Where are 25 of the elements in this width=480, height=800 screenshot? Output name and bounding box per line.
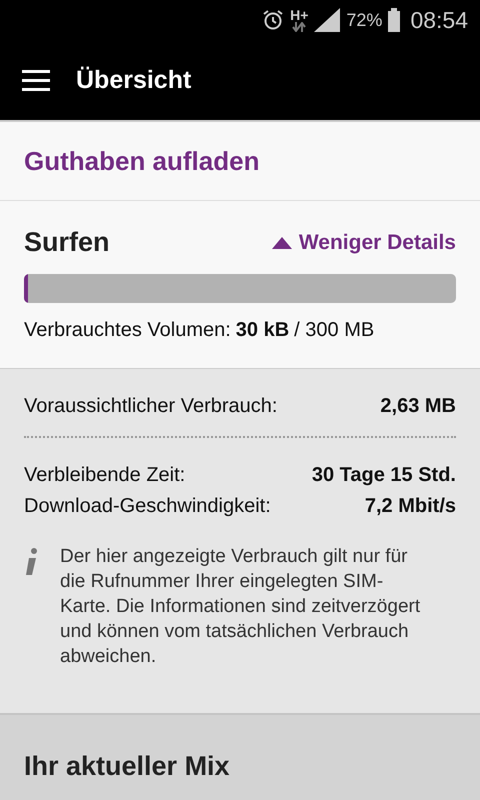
battery-icon xyxy=(388,8,400,32)
network-type: H+ xyxy=(290,8,308,22)
detail-label: Download-Geschwindigkeit: xyxy=(24,495,271,518)
detail-value: 30 Tage 15 Std. xyxy=(312,464,456,487)
details-toggle-link[interactable]: Weniger Details xyxy=(270,230,456,254)
section-title: Surfen xyxy=(24,227,110,258)
detail-value: 7,2 Mbit/s xyxy=(364,495,456,518)
signal-icon xyxy=(314,8,340,32)
info-icon xyxy=(24,548,40,578)
caret-icon xyxy=(270,236,293,250)
alarm-clock-icon xyxy=(262,9,284,31)
detail-label: Verbleibende Zeit: xyxy=(24,464,186,487)
data-arrows-icon xyxy=(292,22,306,32)
top-up-link[interactable]: Guthaben aufladen xyxy=(24,146,260,176)
section-title: Ihr aktueller Mix xyxy=(24,751,231,782)
usage-label: Verbrauchtes Volumen: xyxy=(24,319,231,342)
info-text: Der hier angezeigte Verbrauch gilt nur für die Rufnummer Ihrer eingelegten SIM-Karte. Die Informationen sind zeitverzögert und können vom tatsächlichen Verbrauch abweichen. xyxy=(60,545,422,669)
detail-value: 2,63 MB xyxy=(380,395,456,418)
menu-button[interactable] xyxy=(22,70,50,90)
usage-total: / 300 MB xyxy=(294,319,374,342)
battery-percent: 72% xyxy=(346,10,382,30)
screen-title: Übersicht xyxy=(76,66,192,94)
clock-time: 08:54 xyxy=(410,6,468,34)
detail-label: Voraussichtlicher Verbrauch: xyxy=(24,395,278,418)
usage-used: 30 kB xyxy=(236,319,290,342)
